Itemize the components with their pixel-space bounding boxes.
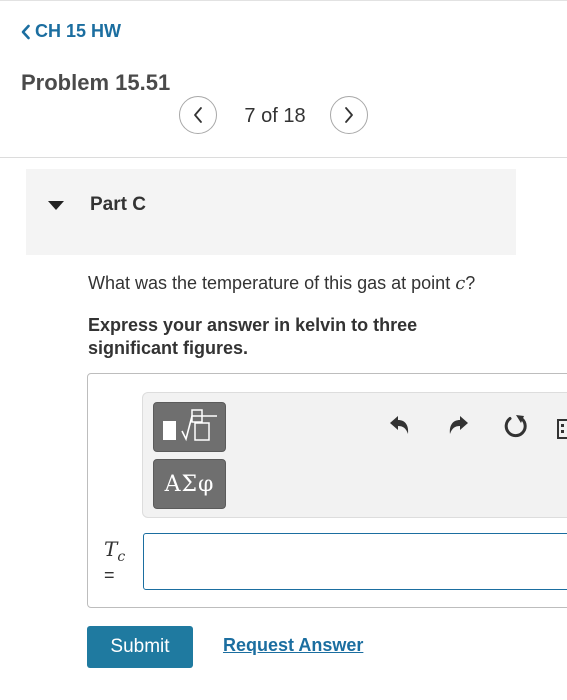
- symbols-button[interactable]: ΑΣφ: [153, 459, 226, 509]
- pager-count: 7 of 18: [244, 105, 306, 127]
- question-variable: c: [455, 273, 466, 294]
- chevron-left-icon: [194, 107, 202, 123]
- answer-variable-label: Tc: [104, 537, 125, 565]
- chevron-left-icon: [21, 24, 30, 39]
- answer-instruction: Express your answer in kelvin to three s…: [88, 315, 418, 358]
- templates-button[interactable]: [153, 402, 226, 452]
- part-title: Part C: [90, 194, 146, 215]
- question-prompt: What was the temperature of this gas at …: [88, 273, 456, 293]
- question-text: What was the temperature of this gas at …: [88, 273, 475, 294]
- question-suffix: ?: [465, 273, 476, 293]
- symbols-label: ΑΣφ: [164, 471, 215, 497]
- top-border: [0, 0, 567, 1]
- header-divider: [0, 157, 567, 158]
- chevron-right-icon: [345, 107, 353, 123]
- problem-pager: 7 of 18: [179, 96, 372, 136]
- reset-icon[interactable]: [502, 413, 530, 441]
- templates-icon: [162, 409, 217, 442]
- answer-input[interactable]: [143, 533, 567, 590]
- undo-icon[interactable]: [388, 415, 412, 437]
- answer-variable: T: [104, 537, 118, 561]
- answer-variable-subscript: c: [117, 549, 126, 565]
- part-c-header[interactable]: Part C: [26, 169, 516, 255]
- submit-button[interactable]: Submit: [87, 626, 193, 668]
- equals-sign: =: [104, 565, 115, 585]
- problem-title: Problem 15.51: [21, 70, 171, 95]
- previous-problem-button[interactable]: [179, 96, 217, 134]
- next-problem-button[interactable]: [330, 96, 368, 134]
- back-link-label: CH 15 HW: [35, 21, 122, 41]
- caret-down-icon: [48, 201, 64, 210]
- keyboard-icon[interactable]: [557, 419, 567, 439]
- back-to-assignment-link[interactable]: CH 15 HW: [20, 21, 121, 42]
- request-answer-link[interactable]: Request Answer: [223, 635, 363, 656]
- redo-icon[interactable]: [446, 415, 470, 437]
